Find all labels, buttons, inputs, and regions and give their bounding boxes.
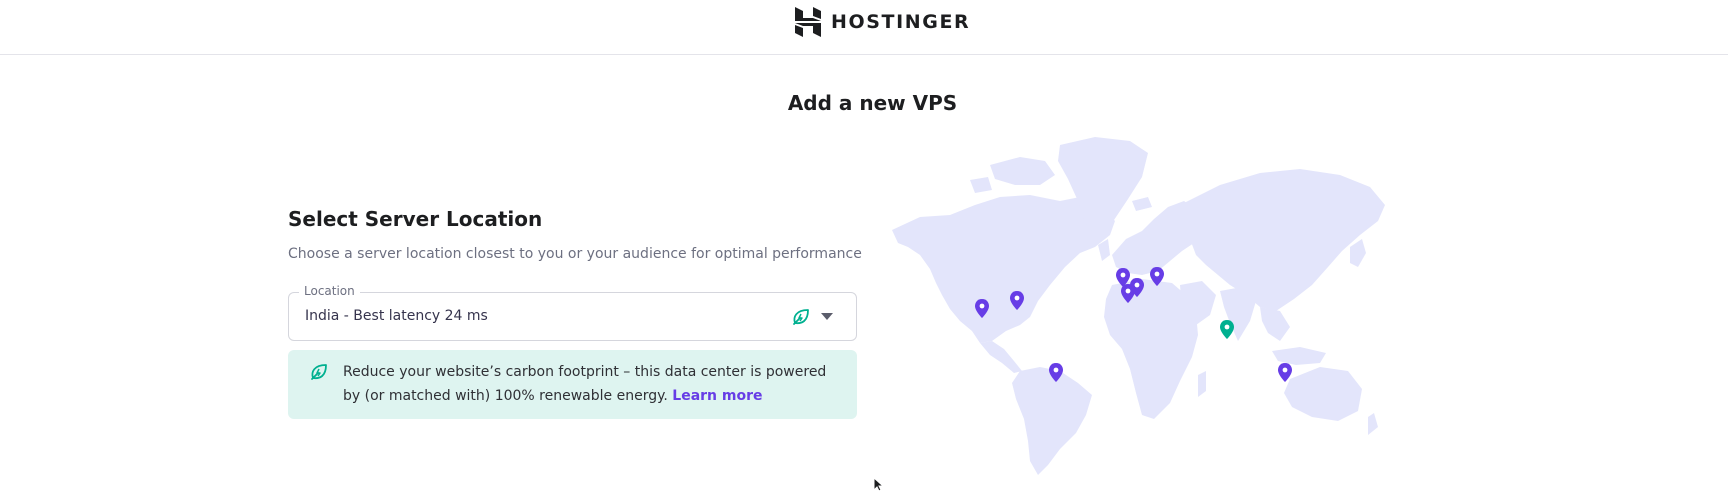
leaf-icon	[791, 307, 811, 327]
hostinger-logo-icon	[795, 7, 821, 37]
arctic-islands	[990, 157, 1055, 185]
hostinger-logo[interactable]: HOSTINGER	[795, 7, 970, 37]
leaf-icon	[309, 362, 329, 382]
location-select[interactable]: Location India - Best latency 24 ms	[288, 284, 857, 341]
learn-more-link[interactable]: Learn more	[672, 388, 762, 404]
pin-india-selected	[1220, 320, 1234, 339]
mouse-cursor-icon	[873, 476, 887, 492]
asia-landmass	[1180, 169, 1385, 311]
location-value: India - Best latency 24 ms	[305, 308, 488, 324]
section-title: Select Server Location	[288, 207, 543, 231]
brand-name: HOSTINGER	[831, 11, 971, 33]
eco-banner: Reduce your website’s carbon footprint –…	[288, 350, 857, 419]
south-america-landmass	[1012, 367, 1092, 475]
eco-banner-text: Reduce your website’s carbon footprint –…	[343, 360, 843, 408]
caret-down-icon[interactable]	[821, 313, 833, 320]
africa-landmass	[1104, 279, 1198, 419]
top-bar: HOSTINGER	[0, 0, 1728, 55]
central-america-landmass	[980, 341, 1022, 373]
australia-landmass	[1284, 367, 1362, 421]
page-title: Add a new VPS	[787, 91, 958, 115]
pin-singapore	[1278, 363, 1292, 382]
world-map	[880, 135, 1400, 475]
location-label: Location	[299, 284, 360, 298]
section-subtitle: Choose a server location closest to you …	[288, 246, 862, 262]
north-america-landmass	[892, 195, 1115, 343]
